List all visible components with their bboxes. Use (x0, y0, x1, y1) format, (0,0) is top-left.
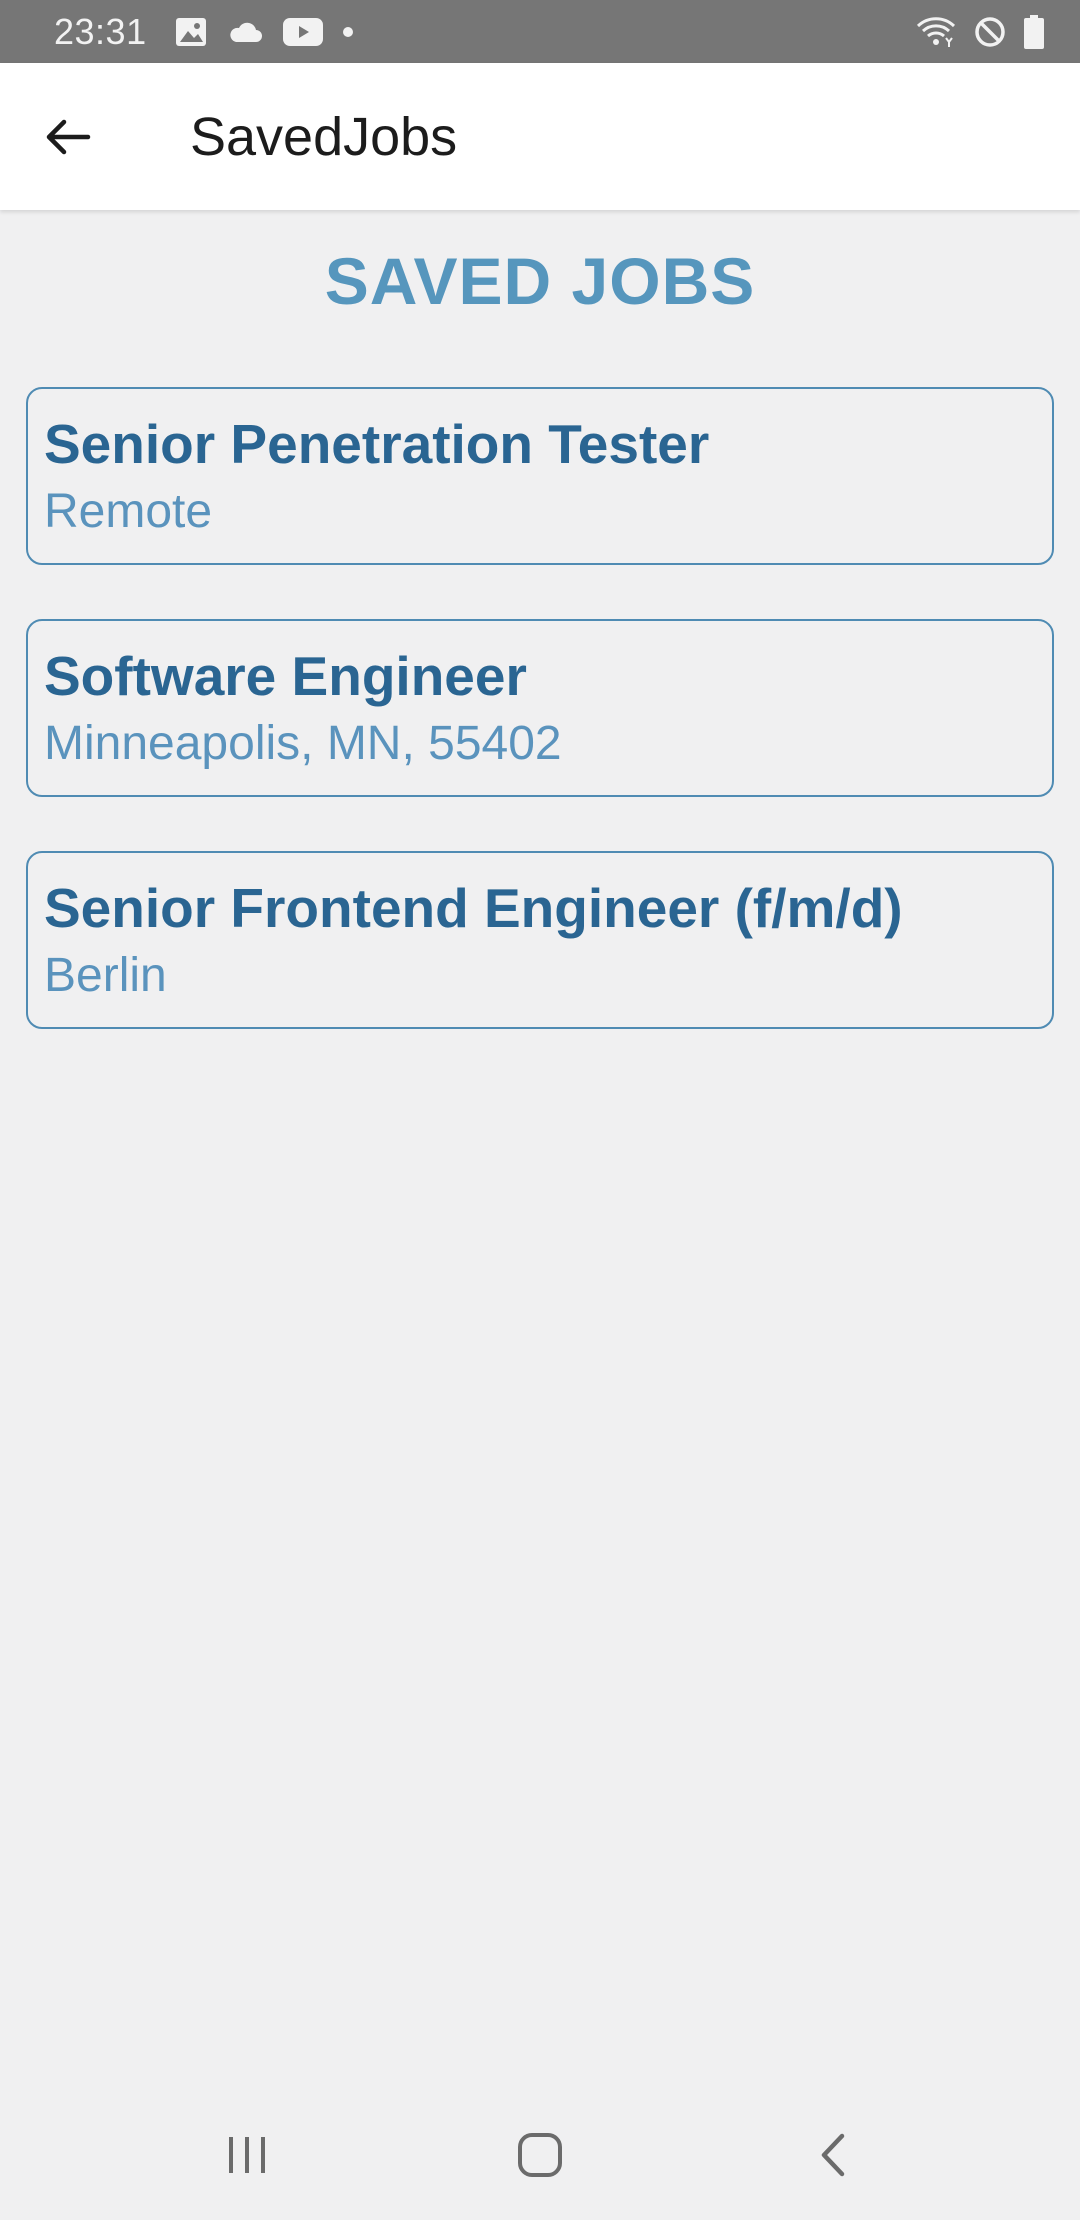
recent-apps-button[interactable] (187, 2105, 307, 2205)
home-icon (517, 2133, 562, 2177)
job-card[interactable]: Software Engineer Minneapolis, MN, 55402 (26, 619, 1054, 797)
dot-icon (342, 26, 353, 37)
nav-back-button[interactable] (773, 2105, 893, 2205)
screen: 23:31 SavedJobs SAVED JOBS Senior Penetr… (0, 0, 1080, 2220)
status-notification-icons (175, 17, 353, 47)
status-time: 23:31 (54, 10, 147, 52)
cloud-icon (227, 20, 263, 44)
status-system-icons (916, 14, 1044, 49)
app-bar-title: SavedJobs (190, 106, 458, 167)
arrow-left-icon (46, 119, 91, 154)
job-card[interactable]: Senior Frontend Engineer (f/m/d) Berlin (26, 851, 1054, 1029)
job-title: Senior Frontend Engineer (f/m/d) (44, 877, 903, 939)
status-bar: 23:31 (0, 0, 1080, 63)
page-heading: SAVED JOBS (324, 244, 756, 318)
back-icon (822, 2133, 845, 2177)
youtube-icon (282, 17, 323, 46)
job-location: Remote (44, 485, 213, 538)
saved-jobs-list: Senior Penetration Tester Remote Softwar… (26, 387, 1054, 1083)
app-bar: SavedJobs (0, 63, 1080, 210)
job-title: Software Engineer (44, 645, 527, 707)
wifi-icon (916, 16, 956, 48)
image-icon (175, 17, 207, 47)
do-not-disturb-icon (974, 16, 1006, 48)
home-button[interactable] (480, 2105, 600, 2205)
job-location: Minneapolis, MN, 55402 (44, 717, 562, 770)
recent-apps-icon (228, 2137, 265, 2173)
job-card[interactable]: Senior Penetration Tester Remote (26, 387, 1054, 565)
battery-icon (1024, 14, 1044, 49)
status-left: 23:31 (54, 11, 353, 53)
system-nav-bar (0, 2090, 1080, 2220)
job-location: Berlin (44, 949, 167, 1002)
back-button[interactable] (20, 89, 116, 185)
job-title: Senior Penetration Tester (44, 413, 710, 475)
